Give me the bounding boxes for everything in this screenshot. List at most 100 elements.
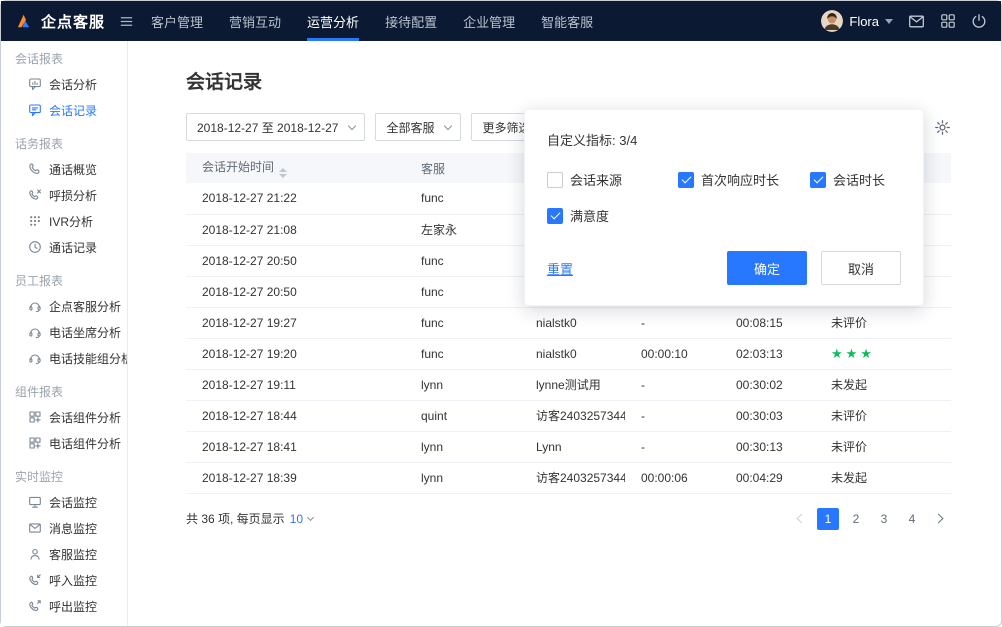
sidebar-item-label: 电话坐席分析	[49, 324, 121, 341]
sidebar-item[interactable]: 消息监控	[1, 515, 127, 541]
component-icon	[28, 436, 42, 450]
avatar	[821, 10, 843, 32]
popup-selected-count: 3/4	[619, 133, 637, 148]
metric-option-label: 会话时长	[833, 170, 885, 189]
cell-visitor: nialstk0	[520, 307, 625, 338]
star-rating: ★★★	[831, 346, 875, 361]
sidebar-item[interactable]: 呼出监控	[1, 593, 127, 619]
nav-item[interactable]: 运营分析	[294, 1, 372, 41]
phone-x-icon	[28, 188, 42, 202]
cell-visitor: 访客2403257344	[520, 462, 625, 493]
hamburger-menu-icon[interactable]	[119, 14, 134, 29]
cell-visitor: nialstk0	[520, 338, 625, 369]
sidebar-item-label: 呼损分析	[49, 187, 97, 204]
nav-item[interactable]: 智能客服	[528, 1, 606, 41]
sort-icon[interactable]	[279, 168, 287, 178]
sidebar-section-title: 话务报表	[1, 135, 127, 153]
cell-agent: func	[405, 245, 520, 276]
date-range-value: 2018-12-27 至 2018-12-27	[197, 119, 338, 136]
sidebar-item[interactable]: 会话记录	[1, 97, 127, 123]
nav-item[interactable]: 企业管理	[450, 1, 528, 41]
cell-start-time: 2018-12-27 21:22	[186, 183, 405, 214]
checkbox-icon[interactable]	[678, 172, 694, 188]
table-row[interactable]: 2018-12-27 19:27funcnialstk0-00:08:15未评价	[186, 307, 951, 338]
page-size-select[interactable]: 10	[290, 512, 313, 526]
sidebar-item[interactable]: 企点客服分析	[1, 293, 127, 319]
sidebar-item[interactable]: 会话分析	[1, 71, 127, 97]
nav-item[interactable]: 营销互动	[216, 1, 294, 41]
metric-option[interactable]: 满意度	[547, 206, 678, 225]
sidebar-item-label: 会话记录	[49, 102, 97, 119]
checkbox-icon[interactable]	[810, 172, 826, 188]
metric-option-label: 会话来源	[570, 170, 622, 189]
cell-duration: 00:04:29	[720, 462, 815, 493]
cell-agent: func	[405, 338, 520, 369]
sidebar-item[interactable]: 会话监控	[1, 489, 127, 515]
sidebar-item[interactable]: 通话概览	[1, 156, 127, 182]
chevron-down-icon	[444, 122, 452, 130]
brand: 企点客服	[15, 11, 134, 32]
settings-gear-icon[interactable]	[934, 119, 951, 136]
page-button[interactable]: 3	[873, 508, 895, 530]
footer-buttons: 确定 取消	[727, 251, 901, 285]
page-button[interactable]: 4	[901, 508, 923, 530]
chat-record-icon	[28, 103, 42, 117]
sidebar-item[interactable]: 呼损分析	[1, 182, 127, 208]
table-row[interactable]: 2018-12-27 18:39lynn访客240325734400:00:06…	[186, 462, 951, 493]
metric-option[interactable]: 首次响应时长	[678, 170, 810, 189]
cell-agent: quint	[405, 400, 520, 431]
sidebar-item[interactable]: 通话记录	[1, 234, 127, 260]
user-menu[interactable]: Flora	[821, 10, 893, 32]
cell-start-time: 2018-12-27 18:39	[186, 462, 405, 493]
nav-item[interactable]: 客户管理	[138, 1, 216, 41]
checkbox-icon[interactable]	[547, 172, 563, 188]
column-header[interactable]: 会话开始时间	[186, 153, 405, 183]
table-row[interactable]: 2018-12-27 19:20funcnialstk000:00:1002:0…	[186, 338, 951, 369]
date-range-select[interactable]: 2018-12-27 至 2018-12-27	[186, 113, 365, 141]
sidebar-item[interactable]: 呼入监控	[1, 567, 127, 593]
nav-item[interactable]: 接待配置	[372, 1, 450, 41]
chevron-down-icon	[307, 513, 314, 520]
cell-first-response: -	[625, 369, 720, 400]
sidebar-item[interactable]: 会话组件分析	[1, 404, 127, 430]
cell-agent: func	[405, 276, 520, 307]
cancel-button[interactable]: 取消	[821, 251, 901, 285]
apps-grid-icon[interactable]	[940, 13, 956, 29]
sidebar-item[interactable]: 客服监控	[1, 541, 127, 567]
sidebar-item[interactable]: 电话组件分析	[1, 430, 127, 456]
sidebar-item-label: 消息监控	[49, 520, 97, 537]
mail-icon[interactable]	[908, 13, 925, 30]
page-button[interactable]: 2	[845, 508, 867, 530]
pager: 1234	[789, 508, 951, 530]
logout-power-icon[interactable]	[971, 13, 987, 29]
sidebar-item-label: 通话概览	[49, 161, 97, 178]
pagination-bar: 共 36 项, 每页显示 10 1234	[186, 508, 951, 530]
cell-start-time: 2018-12-27 20:50	[186, 245, 405, 276]
checkbox-icon[interactable]	[547, 208, 563, 224]
prev-page-icon[interactable]	[789, 508, 811, 530]
person-icon	[28, 547, 42, 561]
agent-filter-select[interactable]: 全部客服	[375, 113, 461, 141]
cell-duration: 00:08:15	[720, 307, 815, 338]
cell-visitor: lynne测试用	[520, 369, 625, 400]
sidebar-item-label: 会话组件分析	[49, 409, 121, 426]
metric-option-label: 首次响应时长	[701, 170, 779, 189]
table-row[interactable]: 2018-12-27 18:44quint访客2403257344-00:30:…	[186, 400, 951, 431]
cell-agent: lynn	[405, 462, 520, 493]
page-size-value: 10	[290, 512, 303, 526]
cell-duration: 00:30:02	[720, 369, 815, 400]
confirm-button[interactable]: 确定	[727, 251, 807, 285]
reset-link[interactable]: 重置	[547, 259, 573, 278]
metric-option[interactable]: 会话来源	[547, 170, 678, 189]
sidebar-item[interactable]: 电话坐席分析	[1, 319, 127, 345]
cell-agent: lynn	[405, 431, 520, 462]
component-icon	[28, 410, 42, 424]
metric-option[interactable]: 会话时长	[810, 170, 901, 189]
sidebar-item[interactable]: 电话技能组分析	[1, 345, 127, 371]
sidebar-item[interactable]: IVR分析	[1, 208, 127, 234]
cell-duration: 00:30:03	[720, 400, 815, 431]
next-page-icon[interactable]	[929, 508, 951, 530]
table-row[interactable]: 2018-12-27 19:11lynnlynne测试用-00:30:02未发起	[186, 369, 951, 400]
page-button[interactable]: 1	[817, 508, 839, 530]
table-row[interactable]: 2018-12-27 18:41lynnLynn-00:30:13未评价	[186, 431, 951, 462]
